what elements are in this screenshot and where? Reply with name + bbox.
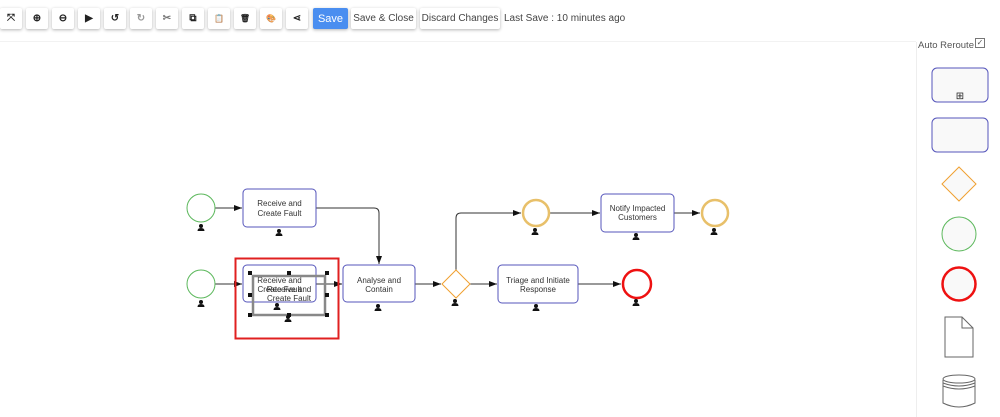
palette-start-event[interactable]: [941, 216, 977, 252]
end-event[interactable]: [621, 268, 653, 300]
palette-shapes[interactable]: ⊞: [931, 67, 989, 408]
palette-end-event[interactable]: [941, 266, 977, 302]
task-label: Customers: [618, 213, 657, 222]
task-receive-create-fault[interactable]: [242, 188, 317, 228]
task-label: Receive and: [257, 199, 301, 208]
palette-data-object[interactable]: [944, 316, 974, 358]
gateway[interactable]: [441, 269, 471, 299]
start-event[interactable]: [186, 193, 216, 223]
flow-arrow: [455, 210, 521, 270]
intermediate-event[interactable]: [521, 198, 551, 228]
task-label: Triage and Initiate: [506, 276, 570, 285]
start-event[interactable]: [186, 269, 216, 299]
flow-arrow: [316, 207, 382, 264]
task-label: Create Fault: [257, 209, 302, 218]
subprocess-marker-icon: ⊞: [956, 91, 964, 102]
palette-data-store[interactable]: [942, 374, 976, 408]
drag-preview-label: Receive and: [267, 285, 311, 294]
diagram-canvas[interactable]: Receive and Create Fault Receive and Cre…: [0, 0, 1000, 417]
task-label: Notify Impacted: [610, 204, 666, 213]
palette-task[interactable]: [931, 117, 989, 153]
intermediate-event[interactable]: [700, 198, 730, 228]
task-label: Response: [520, 285, 557, 294]
task-label: Contain: [365, 285, 393, 294]
task-label: Analyse and: [357, 276, 401, 285]
palette-gateway[interactable]: [941, 166, 977, 202]
drag-preview-label: Create Fault: [267, 294, 312, 303]
task-label: Receive and: [257, 276, 301, 285]
